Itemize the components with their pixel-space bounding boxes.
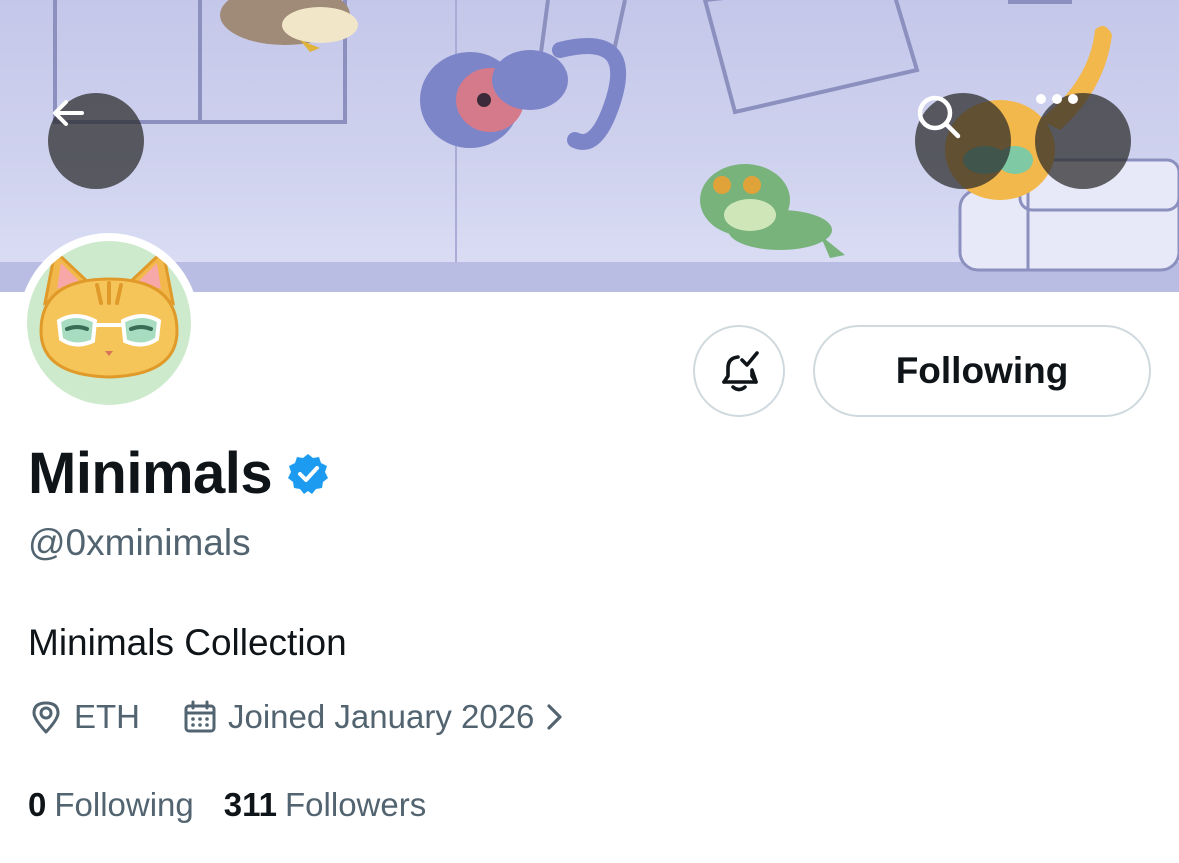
location-text: ETH (74, 698, 140, 735)
avatar[interactable] (19, 233, 199, 413)
joined-date-item[interactable]: Joined January 2026 (182, 698, 566, 736)
bell-check-icon (722, 351, 759, 392)
search-icon (917, 95, 961, 139)
more-horizontal-icon (1036, 94, 1078, 104)
following-count: 0 (28, 786, 47, 823)
following-button[interactable]: Following (813, 325, 1151, 417)
followers-count: 311 (223, 786, 278, 823)
user-bio: Minimals Collection (28, 622, 347, 663)
location-item: ETH (28, 698, 140, 736)
calendar-icon (184, 700, 216, 733)
profile-page: Following Minimals @0xminimals Minimals … (0, 0, 1179, 863)
followers-label: Followers (285, 786, 427, 823)
location-pin-icon (32, 701, 60, 734)
notifications-toggle-button[interactable] (693, 325, 785, 417)
back-button[interactable] (48, 93, 144, 189)
profile-banner[interactable] (0, 0, 1179, 292)
follow-stats-row: 0 Following 311 Followers (28, 786, 426, 824)
following-stat[interactable]: 0 Following (28, 786, 194, 824)
arrow-left-icon (53, 100, 84, 126)
user-handle: @0xminimals (28, 522, 251, 563)
following-label: Following (54, 786, 194, 823)
followers-stat[interactable]: 311 Followers (224, 786, 426, 824)
verified-badge-icon[interactable] (286, 452, 330, 496)
joined-text: Joined January 2026 (228, 698, 535, 735)
display-name: Minimals (28, 441, 273, 506)
profile-meta-row: ETH Joined January 2026 (28, 698, 566, 736)
cat-avatar-illustration (39, 248, 179, 379)
display-name-row: Minimals (28, 440, 330, 507)
avatar-image (27, 241, 191, 405)
search-button[interactable] (915, 93, 1011, 189)
chevron-right-icon (547, 704, 563, 730)
more-options-button[interactable] (1035, 93, 1131, 189)
